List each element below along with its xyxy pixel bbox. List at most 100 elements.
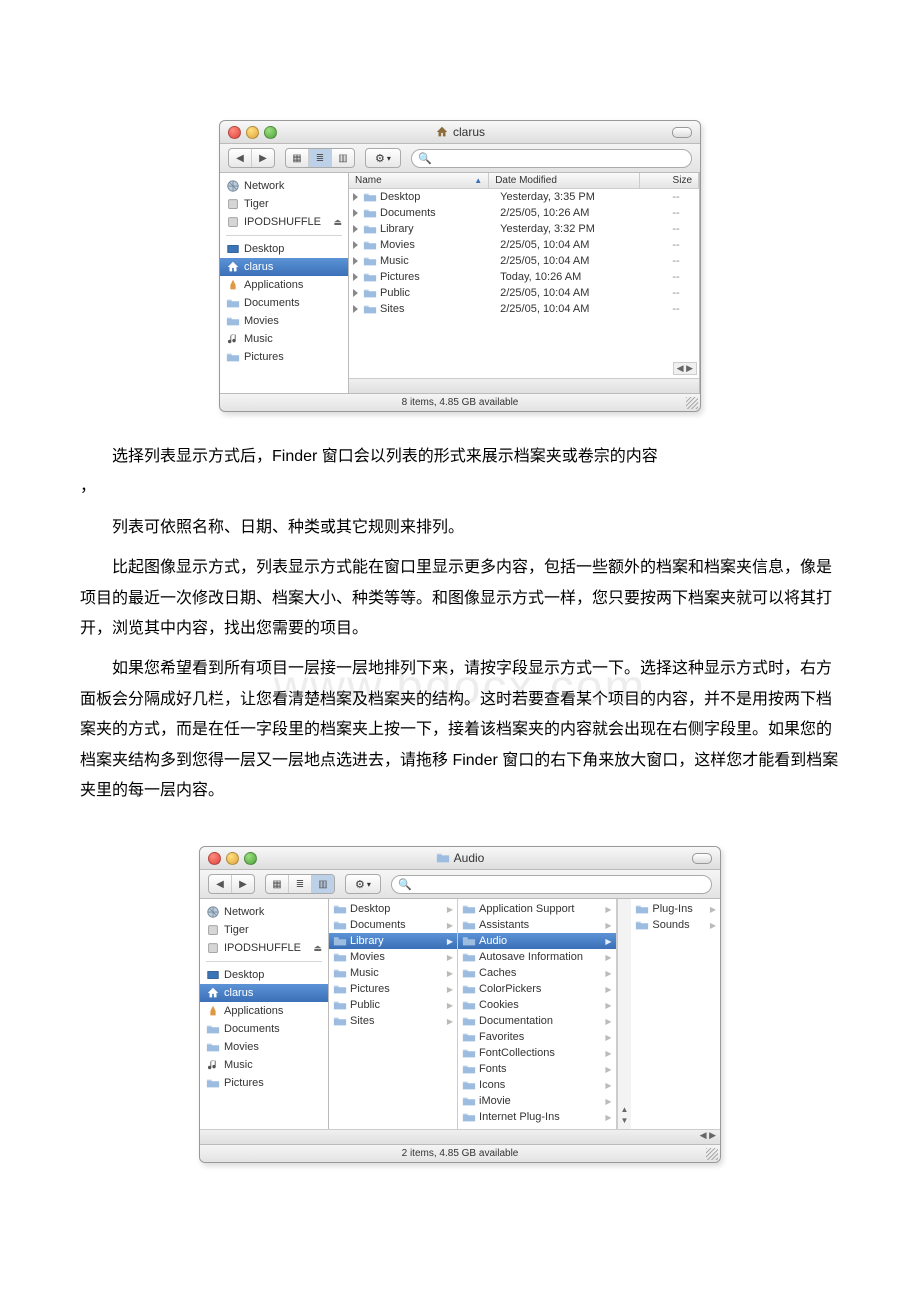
date-modified: 2/25/05, 10:26 AM <box>494 207 653 219</box>
column-item[interactable]: FontCollections▶ <box>458 1045 616 1061</box>
chevron-right-icon: ▶ <box>447 969 453 978</box>
disclosure-triangle[interactable] <box>353 305 358 313</box>
column-item[interactable]: Desktop▶ <box>329 901 457 917</box>
icon-view-button[interactable]: ▦ <box>266 875 289 893</box>
sidebar-item[interactable]: Movies <box>200 1038 328 1056</box>
minimize-button[interactable] <box>226 852 239 865</box>
column-item[interactable]: ColorPickers▶ <box>458 981 616 997</box>
chevron-right-icon: ▶ <box>447 1017 453 1026</box>
sidebar-item[interactable]: Documents <box>220 294 348 312</box>
column-item[interactable]: Caches▶ <box>458 965 616 981</box>
zoom-button[interactable] <box>244 852 257 865</box>
sidebar-item[interactable]: Music <box>220 330 348 348</box>
column-item[interactable]: Cookies▶ <box>458 997 616 1013</box>
sidebar-item[interactable]: Pictures <box>200 1074 328 1092</box>
finder-window-columns: Audio ◀ ▶ ▦ ≣ ▥ ⚙▾ 🔍 NetworkTigerIPO <box>199 846 721 1163</box>
date-header[interactable]: Date Modified <box>489 173 640 188</box>
sidebar-item[interactable]: Movies <box>220 312 348 330</box>
toolbar-toggle[interactable] <box>672 127 692 138</box>
column-item[interactable]: Library▶ <box>329 933 457 949</box>
column-item[interactable]: Sounds▶ <box>631 917 720 933</box>
column-item[interactable]: Favorites▶ <box>458 1029 616 1045</box>
sidebar-item[interactable]: Network <box>220 177 348 195</box>
disclosure-triangle[interactable] <box>353 289 358 297</box>
column-scrollbar[interactable]: ▲▼ <box>617 899 632 1129</box>
minimize-button[interactable] <box>246 126 259 139</box>
column-item[interactable]: Autosave Information▶ <box>458 949 616 965</box>
table-row[interactable]: Sites2/25/05, 10:04 AM-- <box>349 301 699 317</box>
sidebar-item[interactable]: IPODSHUFFLE⏏ <box>220 213 348 231</box>
table-row[interactable]: LibraryYesterday, 3:32 PM-- <box>349 221 699 237</box>
chevron-right-icon: ▶ <box>605 1065 611 1074</box>
disclosure-triangle[interactable] <box>353 241 358 249</box>
sidebar-item[interactable]: Desktop <box>200 966 328 984</box>
table-row[interactable]: Music2/25/05, 10:04 AM-- <box>349 253 699 269</box>
eject-icon[interactable]: ⏏ <box>313 943 322 954</box>
disclosure-triangle[interactable] <box>353 225 358 233</box>
column-item[interactable]: Application Support▶ <box>458 901 616 917</box>
resize-grip[interactable] <box>706 1148 718 1160</box>
table-row[interactable]: DesktopYesterday, 3:35 PM-- <box>349 189 699 205</box>
sidebar-item[interactable]: Music <box>200 1056 328 1074</box>
disclosure-triangle[interactable] <box>353 193 358 201</box>
column-item[interactable]: Pictures▶ <box>329 981 457 997</box>
list-view-button[interactable]: ≣ <box>309 149 332 167</box>
close-button[interactable] <box>228 126 241 139</box>
forward-button[interactable]: ▶ <box>232 875 254 893</box>
resize-grip[interactable] <box>686 397 698 409</box>
back-button[interactable]: ◀ <box>229 149 252 167</box>
sidebar-item[interactable]: Applications <box>220 276 348 294</box>
sidebar-item[interactable]: IPODSHUFFLE⏏ <box>200 939 328 957</box>
sidebar-item[interactable]: Tiger <box>220 195 348 213</box>
toolbar-toggle[interactable] <box>692 853 712 864</box>
size-header[interactable]: Size <box>640 173 699 188</box>
column-item[interactable]: Movies▶ <box>329 949 457 965</box>
sidebar-item[interactable]: Tiger <box>200 921 328 939</box>
column-item[interactable]: Music▶ <box>329 965 457 981</box>
search-field[interactable]: 🔍 <box>411 149 692 168</box>
scroll-nav[interactable]: ◀ ▶ <box>700 1130 716 1141</box>
sidebar-item[interactable]: Applications <box>200 1002 328 1020</box>
back-button[interactable]: ◀ <box>209 875 232 893</box>
table-row[interactable]: Public2/25/05, 10:04 AM-- <box>349 285 699 301</box>
sidebar-item[interactable]: clarus <box>220 258 348 276</box>
sidebar-item[interactable]: Documents <box>200 1020 328 1038</box>
sidebar-item[interactable]: Pictures <box>220 348 348 366</box>
column-item[interactable]: Icons▶ <box>458 1077 616 1093</box>
disclosure-triangle[interactable] <box>353 273 358 281</box>
sidebar-item[interactable]: clarus <box>200 984 328 1002</box>
close-button[interactable] <box>208 852 221 865</box>
column-item[interactable]: Public▶ <box>329 997 457 1013</box>
eject-icon[interactable]: ⏏ <box>333 217 342 228</box>
column-item[interactable]: Documentation▶ <box>458 1013 616 1029</box>
list-view-button[interactable]: ≣ <box>289 875 312 893</box>
scroll-nav[interactable]: ◀ ▶ <box>673 362 697 375</box>
icon-view-button[interactable]: ▦ <box>286 149 309 167</box>
search-input[interactable] <box>436 152 685 165</box>
table-row[interactable]: Documents2/25/05, 10:26 AM-- <box>349 205 699 221</box>
column-view-button[interactable]: ▥ <box>312 875 334 893</box>
column-item[interactable]: Plug-Ins▶ <box>631 901 720 917</box>
forward-button[interactable]: ▶ <box>252 149 274 167</box>
search-field[interactable]: 🔍 <box>391 875 712 894</box>
disclosure-triangle[interactable] <box>353 209 358 217</box>
zoom-button[interactable] <box>264 126 277 139</box>
column-item[interactable]: Audio▶ <box>458 933 616 949</box>
column-view-button[interactable]: ▥ <box>332 149 354 167</box>
search-input[interactable] <box>416 878 705 891</box>
column-item[interactable]: Assistants▶ <box>458 917 616 933</box>
action-menu[interactable]: ⚙▾ <box>365 148 401 168</box>
column-item[interactable]: Documents▶ <box>329 917 457 933</box>
action-menu[interactable]: ⚙▾ <box>345 874 381 894</box>
column-item[interactable]: Sites▶ <box>329 1013 457 1029</box>
table-row[interactable]: PicturesToday, 10:26 AM-- <box>349 269 699 285</box>
column-item[interactable]: Internet Plug-Ins▶ <box>458 1109 616 1125</box>
sidebar-item[interactable]: Desktop <box>220 240 348 258</box>
column-item[interactable]: iMovie▶ <box>458 1093 616 1109</box>
column-item[interactable]: Fonts▶ <box>458 1061 616 1077</box>
table-row[interactable]: Movies2/25/05, 10:04 AM-- <box>349 237 699 253</box>
disclosure-triangle[interactable] <box>353 257 358 265</box>
horizontal-scrollbar[interactable] <box>349 378 699 393</box>
sidebar-item[interactable]: Network <box>200 903 328 921</box>
name-header[interactable]: Name▲ <box>349 173 489 188</box>
